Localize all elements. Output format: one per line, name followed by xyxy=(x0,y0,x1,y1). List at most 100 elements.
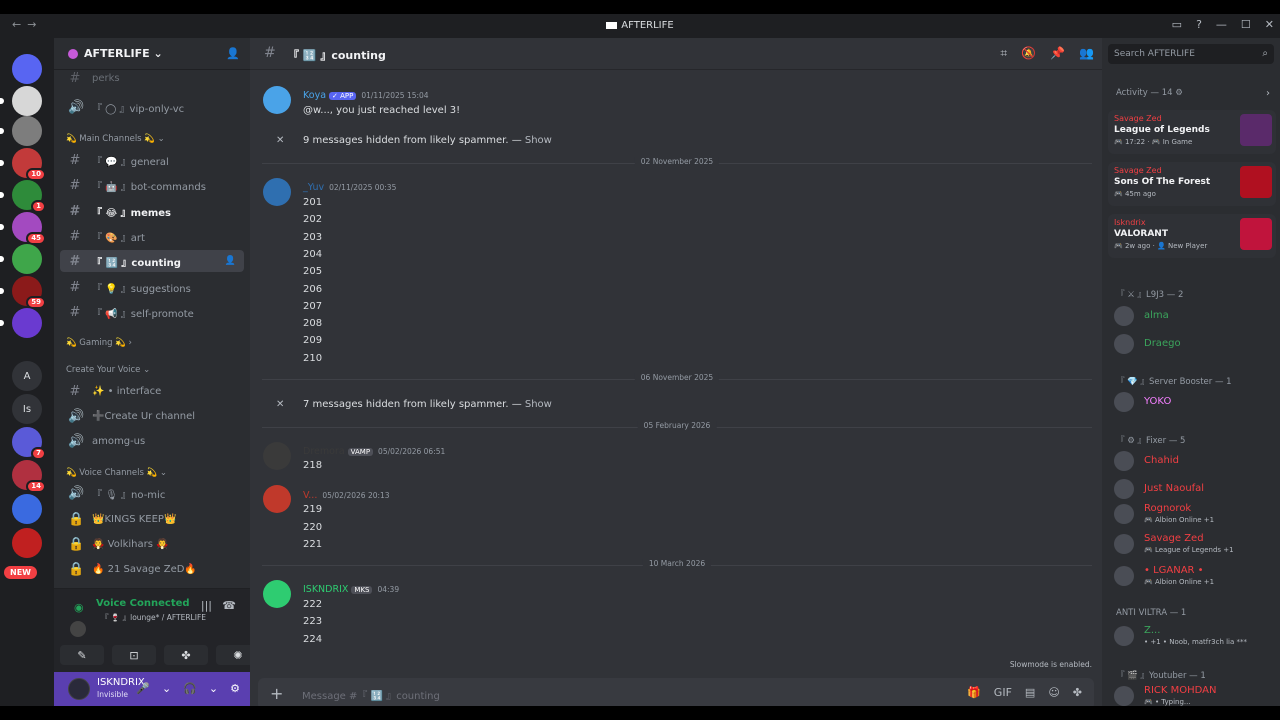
message-composer[interactable]: + Message #『 🔢 』counting 🎁 GIF ▤ ☺ ✤ xyxy=(258,678,1094,706)
category-main[interactable]: 💫 Main Channels 💫 ⌄ xyxy=(66,134,165,144)
window-control-icon[interactable]: ☐ xyxy=(1241,18,1251,31)
channel-voice-2[interactable]: 🔒 🧛 Volkihars 🧛 xyxy=(60,533,244,555)
server-header[interactable]: AFTERLIFE ⌄ 👤 xyxy=(54,38,250,70)
member-item[interactable]: Draego xyxy=(1108,332,1276,356)
author-name[interactable]: Koya xyxy=(303,90,326,101)
channel-perks[interactable]: # perks xyxy=(60,72,244,84)
member-item[interactable]: Z... • +1 • Noob, matfr3ch lia *** xyxy=(1108,624,1276,648)
server-icon-server-10[interactable]: 14 xyxy=(12,460,46,493)
game-thumbnail xyxy=(1240,166,1272,198)
composer-icon[interactable]: ✤ xyxy=(1073,686,1082,699)
server-icon-server-12[interactable] xyxy=(12,528,42,558)
member-item[interactable]: • LGANAR • 🎮 Albion Online +1 xyxy=(1108,564,1276,588)
voice-action-button[interactable]: ⊡ xyxy=(112,645,156,665)
author-name[interactable]: ISKNDRIX xyxy=(303,584,348,595)
server-icon-server-7[interactable]: 59 xyxy=(0,276,46,309)
server-icon-server-2[interactable] xyxy=(0,116,42,146)
avatar[interactable] xyxy=(263,485,291,513)
header-tool-icon[interactable]: 📌 xyxy=(1050,46,1065,61)
avatar[interactable] xyxy=(263,442,291,470)
category-gaming[interactable]: 💫 Gaming 💫 › xyxy=(66,338,132,348)
channel-main-0[interactable]: # 『 💬 』general xyxy=(60,149,244,171)
activity-meta: 🎮 45m ago xyxy=(1114,190,1156,198)
show-link[interactable]: Show xyxy=(525,399,552,410)
channel-create-0[interactable]: # ✨ • interface xyxy=(60,380,244,402)
channel-vip-only-vc[interactable]: 🔊 『 ◯ 』vip-only-vc xyxy=(60,96,244,118)
member-item[interactable]: Savage Zed 🎮 League of Legends +1 xyxy=(1108,532,1276,556)
composer-icon[interactable]: ▤ xyxy=(1025,686,1035,699)
member-item[interactable]: Rognorok 🎮 Albion Online +1 xyxy=(1108,502,1276,526)
channel-create-1[interactable]: 🔊 ➕Create Ur channel xyxy=(60,405,244,427)
server-icon-server-1[interactable] xyxy=(0,86,42,116)
user-control-icon[interactable]: 🎤 xyxy=(136,682,150,695)
close-icon[interactable]: ✕ xyxy=(276,135,284,146)
voice-action-button[interactable]: ✎ xyxy=(60,645,104,665)
server-icon-server-5[interactable]: 45 xyxy=(0,212,46,245)
composer-icon[interactable]: ☺ xyxy=(1048,686,1059,699)
new-badge[interactable]: NEW xyxy=(4,566,37,579)
avatar[interactable] xyxy=(68,678,90,700)
member-item[interactable]: Chahid xyxy=(1108,449,1276,473)
category-voice[interactable]: 💫 Voice Channels 💫 ⌄ xyxy=(66,468,167,478)
add-member-icon[interactable]: 👤 xyxy=(225,256,236,266)
noise-suppression-icon[interactable]: ||| xyxy=(201,599,212,612)
server-icon-server-a[interactable]: A xyxy=(12,361,42,391)
channel-main-2[interactable]: # 『 😂 』memes xyxy=(60,200,244,222)
show-link[interactable]: Show xyxy=(525,135,552,146)
member-item[interactable]: Just Naoufal xyxy=(1108,477,1276,501)
server-icon-server-8[interactable] xyxy=(0,308,42,338)
window-control-icon[interactable]: ? xyxy=(1196,18,1202,31)
message-input[interactable]: Message #『 🔢 』counting xyxy=(302,687,440,702)
server-icon-home[interactable] xyxy=(12,54,42,84)
channel-create-2[interactable]: 🔊 amomg-us xyxy=(60,430,244,452)
user-control-icon[interactable]: ⌄ xyxy=(162,682,171,695)
disconnect-icon[interactable]: ☎ xyxy=(222,599,236,612)
activity-card[interactable]: Savage Zed League of Legends 🎮 17:22 · 🎮 I… xyxy=(1108,110,1276,154)
user-control-icon[interactable]: ⚙ xyxy=(230,682,240,695)
composer-icon[interactable]: 🎁 xyxy=(967,686,981,699)
author-name[interactable]: V... xyxy=(303,490,317,501)
search-input[interactable]: Search AFTERLIFE ⌕ xyxy=(1108,44,1274,64)
voice-action-button[interactable]: ✤ xyxy=(164,645,208,665)
close-icon[interactable]: ✕ xyxy=(276,399,284,410)
channel-voice-1[interactable]: 🔒 👑KINGS KEEP👑 xyxy=(60,508,244,530)
server-icon-server-11[interactable] xyxy=(12,494,42,524)
server-icon-server-9[interactable]: 7 xyxy=(12,427,46,460)
channel-main-1[interactable]: # 『 🤖 』bot-commands xyxy=(60,174,244,196)
channel-main-6[interactable]: # 『 📢 』self-promote xyxy=(60,301,244,323)
window-control-icon[interactable]: ▭ xyxy=(1172,18,1182,31)
member-item[interactable]: RICK MOHDAN 🎮 • Typing... xyxy=(1108,684,1276,706)
channel-voice-0[interactable]: 🔊 『 🎙 』no-mic xyxy=(60,482,244,504)
server-icon-server-4[interactable]: 1 xyxy=(0,180,46,213)
channel-main-3[interactable]: # 『 🎨 』art xyxy=(60,225,244,247)
channel-main-5[interactable]: # 『 💡 』suggestions xyxy=(60,276,244,298)
channel-voice-3[interactable]: 🔒 🔥 21 Savage ZeD🔥 xyxy=(60,558,244,580)
avatar[interactable] xyxy=(263,86,291,114)
add-member-icon[interactable]: 👤 xyxy=(226,47,240,60)
window-control-icon[interactable]: ✕ xyxy=(1265,18,1274,31)
author-name[interactable]: Dremora xyxy=(303,446,345,457)
message-header: _Yuv 02/11/2025 00:35 xyxy=(303,182,396,193)
activity-card[interactable]: Iskndrix VALORANT 🎮 2w ago · 👤 New Player xyxy=(1108,214,1276,258)
member-item[interactable]: alma xyxy=(1108,304,1276,328)
author-name[interactable]: _Yuv xyxy=(303,182,324,193)
activity-card[interactable]: Savage Zed Sons Of The Forest 🎮 45m ago xyxy=(1108,162,1276,206)
server-icon-server-6[interactable] xyxy=(0,244,42,274)
member-item[interactable]: YOKO xyxy=(1108,390,1276,414)
window-control-icon[interactable]: — xyxy=(1216,18,1227,31)
avatar[interactable] xyxy=(263,580,291,608)
server-icon-server-3[interactable]: 10 xyxy=(0,148,46,181)
channel-main-4[interactable]: # 『 🔢 』counting 👤 xyxy=(60,250,244,272)
avatar[interactable] xyxy=(263,178,291,206)
user-control-icon[interactable]: ⌄ xyxy=(209,682,218,695)
header-tool-icon[interactable]: 👥 xyxy=(1079,46,1094,61)
server-icon-server-is[interactable]: Is xyxy=(12,394,42,424)
category-create[interactable]: Create Your Voice ⌄ xyxy=(66,365,150,375)
composer-icon[interactable]: GIF xyxy=(994,686,1012,699)
voice-location[interactable]: 『 🍷 』lounge* / AFTERLIFE xyxy=(101,612,206,623)
user-control-icon[interactable]: 🎧 xyxy=(183,682,197,695)
header-tool-icon[interactable]: ⌗ xyxy=(1000,46,1007,61)
chevron-right-icon[interactable]: › xyxy=(1266,88,1270,99)
header-tool-icon[interactable]: 🔕 xyxy=(1021,46,1036,61)
attach-plus-icon[interactable]: + xyxy=(270,684,283,703)
